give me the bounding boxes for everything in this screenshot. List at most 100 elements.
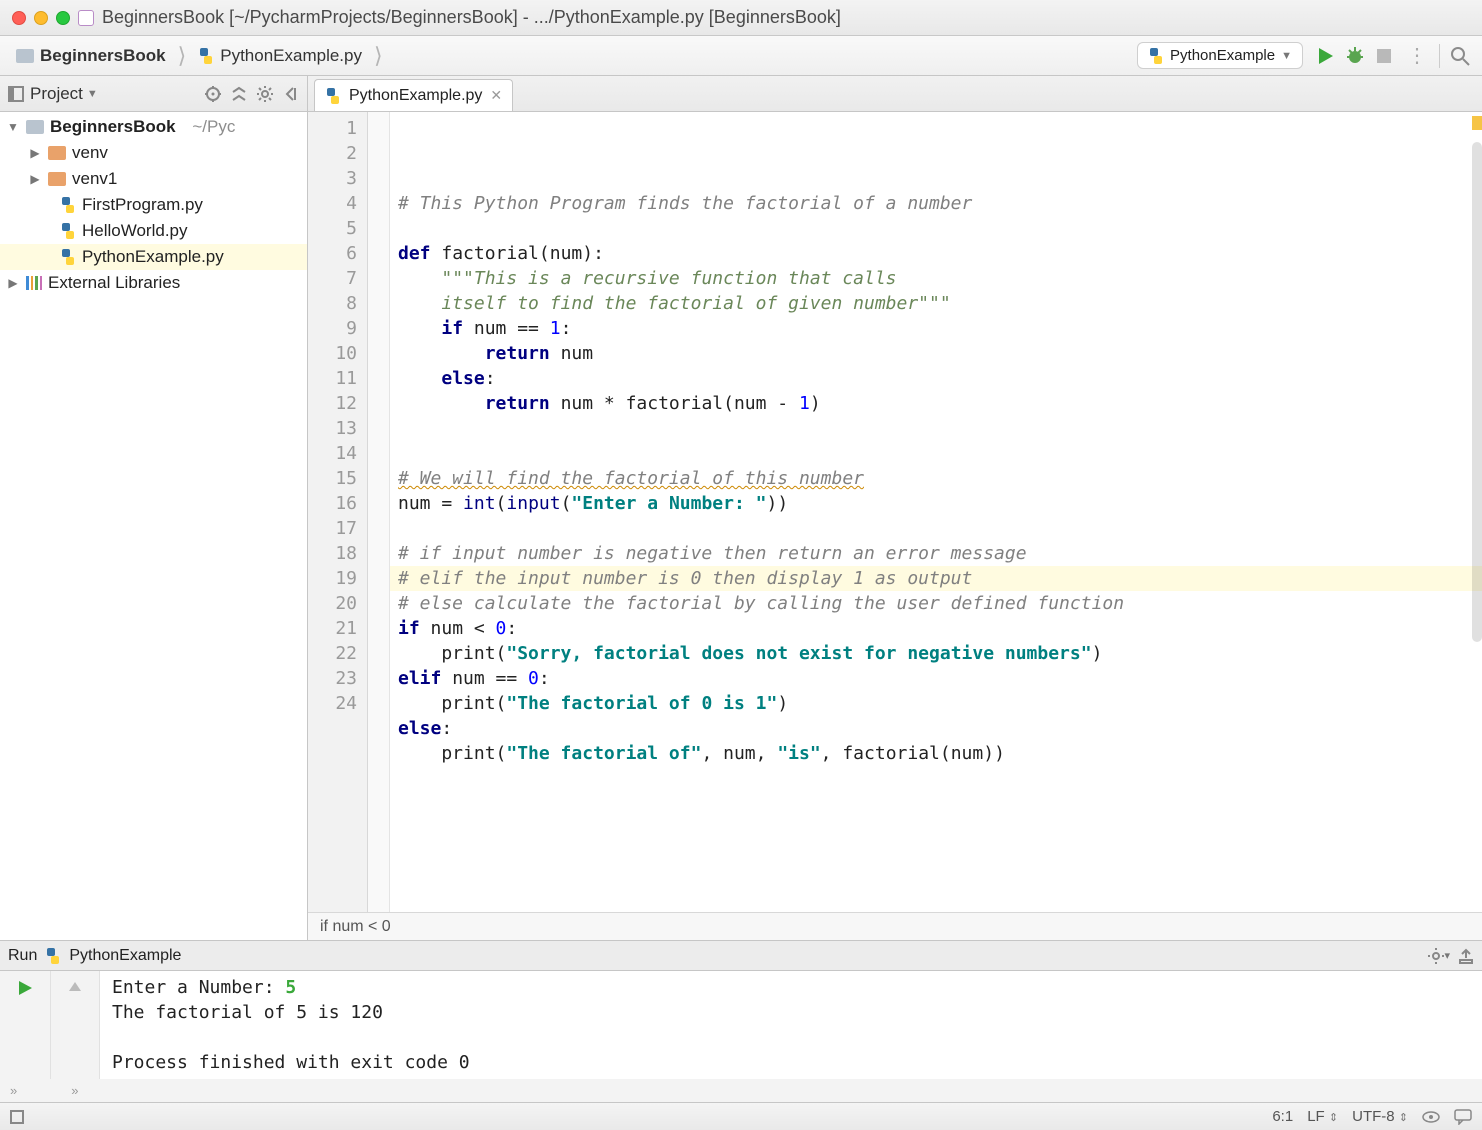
zoom-window-button[interactable] bbox=[56, 11, 70, 25]
line-number[interactable]: 22 bbox=[316, 641, 357, 666]
line-number[interactable]: 14 bbox=[316, 441, 357, 466]
line-number[interactable]: 12 bbox=[316, 391, 357, 416]
console-line: The factorial of 5 is 120 bbox=[112, 1000, 1470, 1025]
folder-icon bbox=[26, 120, 44, 134]
warning-marker[interactable] bbox=[1472, 116, 1482, 130]
line-number[interactable]: 23 bbox=[316, 666, 357, 691]
tree-item[interactable]: HelloWorld.py bbox=[0, 218, 307, 244]
line-number[interactable]: 24 bbox=[316, 691, 357, 716]
code-line[interactable] bbox=[398, 766, 1472, 791]
code-line[interactable] bbox=[398, 516, 1472, 541]
status-bar: 6:1 LF ⇕ UTF-8 ⇕ bbox=[0, 1102, 1482, 1130]
code-line[interactable] bbox=[398, 441, 1472, 466]
editor-context-breadcrumb[interactable]: if num < 0 bbox=[308, 912, 1482, 940]
code-line[interactable]: print("Sorry, factorial does not exist f… bbox=[398, 641, 1472, 666]
line-number[interactable]: 16 bbox=[316, 491, 357, 516]
code-line[interactable]: print("The factorial of", num, "is", fac… bbox=[398, 741, 1472, 766]
tree-project-root[interactable]: ▼ BeginnersBook ~/Pyc bbox=[0, 114, 307, 140]
expand-right-icon[interactable]: » bbox=[71, 1083, 78, 1098]
settings-gear-icon[interactable]: ▾ bbox=[1428, 948, 1450, 964]
close-tab-icon[interactable]: ✕ bbox=[490, 87, 502, 104]
caret-position[interactable]: 6:1 bbox=[1272, 1108, 1293, 1125]
line-number[interactable]: 18 bbox=[316, 541, 357, 566]
chevron-down-icon: ▼ bbox=[1281, 50, 1292, 62]
code-line[interactable]: print("The factorial of 0 is 1") bbox=[398, 691, 1472, 716]
line-number[interactable]: 9 bbox=[316, 316, 357, 341]
breadcrumb-file[interactable]: PythonExample.py bbox=[190, 42, 370, 70]
project-tree[interactable]: ▼ BeginnersBook ~/Pyc ▶venv▶venv1FirstPr… bbox=[0, 112, 308, 940]
code-line[interactable]: """This is a recursive function that cal… bbox=[398, 266, 1472, 291]
line-number[interactable]: 21 bbox=[316, 616, 357, 641]
editor-tab[interactable]: PythonExample.py ✕ bbox=[314, 79, 513, 111]
code-line[interactable]: return num * factorial(num - 1) bbox=[398, 391, 1472, 416]
line-number-gutter[interactable]: 123456789101112131415161718192021222324 bbox=[308, 112, 368, 912]
breadcrumb-root[interactable]: BeginnersBook bbox=[8, 42, 174, 70]
expand-right-icon[interactable]: » bbox=[10, 1083, 17, 1098]
expand-toggle-icon[interactable]: ▶ bbox=[6, 276, 20, 290]
window-controls bbox=[12, 11, 70, 25]
encoding-selector[interactable]: UTF-8 ⇕ bbox=[1352, 1108, 1408, 1125]
search-everywhere-button[interactable] bbox=[1450, 46, 1470, 66]
line-number[interactable]: 8 bbox=[316, 291, 357, 316]
line-number[interactable]: 1 bbox=[316, 116, 357, 141]
code-line[interactable]: if num == 1: bbox=[398, 316, 1472, 341]
editor-viewport[interactable]: 123456789101112131415161718192021222324 … bbox=[308, 112, 1482, 912]
code-line[interactable]: # else calculate the factorial by callin… bbox=[398, 591, 1472, 616]
project-view-label: Project bbox=[30, 84, 83, 104]
rerun-button[interactable] bbox=[16, 979, 34, 997]
expand-toggle-icon[interactable]: ▶ bbox=[28, 146, 42, 160]
export-icon[interactable] bbox=[1458, 948, 1474, 964]
run-button[interactable] bbox=[1315, 46, 1335, 66]
tree-item[interactable]: FirstProgram.py bbox=[0, 192, 307, 218]
debug-button[interactable] bbox=[1345, 46, 1365, 66]
feedback-icon[interactable] bbox=[1454, 1109, 1472, 1125]
code-line[interactable]: # We will find the factorial of this num… bbox=[398, 466, 1472, 491]
code-line[interactable]: if num < 0: bbox=[398, 616, 1472, 641]
line-number[interactable]: 5 bbox=[316, 216, 357, 241]
code-line[interactable]: itself to find the factorial of given nu… bbox=[398, 291, 1472, 316]
line-number[interactable]: 20 bbox=[316, 591, 357, 616]
minimize-window-button[interactable] bbox=[34, 11, 48, 25]
code-line[interactable]: elif num == 0: bbox=[398, 666, 1472, 691]
tree-item[interactable]: ▶venv bbox=[0, 140, 307, 166]
inspection-eye-icon[interactable] bbox=[1422, 1110, 1440, 1124]
toolwindow-toggle-icon[interactable] bbox=[10, 1110, 24, 1124]
code-line[interactable]: return num bbox=[398, 341, 1472, 366]
line-number[interactable]: 11 bbox=[316, 366, 357, 391]
tree-item[interactable]: ▶venv1 bbox=[0, 166, 307, 192]
code-line[interactable]: else: bbox=[398, 716, 1472, 741]
line-number[interactable]: 10 bbox=[316, 341, 357, 366]
line-number[interactable]: 7 bbox=[316, 266, 357, 291]
line-number[interactable]: 17 bbox=[316, 516, 357, 541]
line-number[interactable]: 3 bbox=[316, 166, 357, 191]
tree-item[interactable]: PythonExample.py bbox=[0, 244, 307, 270]
up-stack-icon[interactable] bbox=[67, 979, 83, 995]
code-line[interactable] bbox=[398, 216, 1472, 241]
project-view-selector[interactable]: Project ▼ bbox=[30, 84, 98, 104]
run-config-selector[interactable]: PythonExample ▼ bbox=[1137, 42, 1303, 69]
code-line[interactable]: def factorial(num): bbox=[398, 241, 1472, 266]
locate-icon[interactable] bbox=[205, 86, 221, 102]
code-line[interactable]: # This Python Program finds the factoria… bbox=[398, 191, 1472, 216]
line-number[interactable]: 19 bbox=[316, 566, 357, 591]
code-line[interactable]: else: bbox=[398, 366, 1472, 391]
code-line[interactable]: # if input number is negative then retur… bbox=[398, 541, 1472, 566]
line-number[interactable]: 13 bbox=[316, 416, 357, 441]
code-line[interactable] bbox=[398, 416, 1472, 441]
code-area[interactable]: # This Python Program finds the factoria… bbox=[390, 112, 1482, 912]
settings-gear-icon[interactable] bbox=[257, 86, 273, 102]
line-number[interactable]: 2 bbox=[316, 141, 357, 166]
line-number[interactable]: 6 bbox=[316, 241, 357, 266]
console-output[interactable]: Enter a Number: 5The factorial of 5 is 1… bbox=[100, 971, 1482, 1079]
close-window-button[interactable] bbox=[12, 11, 26, 25]
hide-panel-icon[interactable] bbox=[283, 86, 299, 102]
collapse-all-icon[interactable] bbox=[231, 86, 247, 102]
line-separator-selector[interactable]: LF ⇕ bbox=[1307, 1108, 1338, 1125]
code-line[interactable]: num = int(input("Enter a Number: ")) bbox=[398, 491, 1472, 516]
editor-scrollbar-thumb[interactable] bbox=[1472, 142, 1482, 642]
expand-toggle-icon[interactable]: ▼ bbox=[6, 120, 20, 134]
line-number[interactable]: 15 bbox=[316, 466, 357, 491]
expand-toggle-icon[interactable]: ▶ bbox=[28, 172, 42, 186]
tree-external-libraries[interactable]: ▶ External Libraries bbox=[0, 270, 307, 296]
line-number[interactable]: 4 bbox=[316, 191, 357, 216]
